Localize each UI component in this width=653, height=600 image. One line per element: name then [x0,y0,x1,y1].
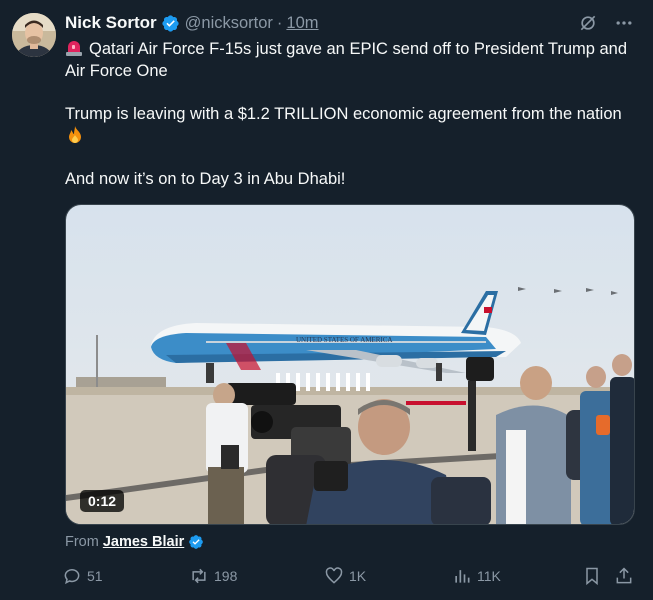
video-duration: 0:12 [80,490,125,512]
share-icon [616,567,632,584]
repost-count: 198 [214,568,238,584]
share-button[interactable] [614,566,634,586]
tweet-actions: 51 198 1K 11K [62,566,636,590]
tweet-text-line-2: Trump is leaving with a $1.2 TRILLION ec… [65,103,640,148]
bookmark-icon [586,567,598,586]
aircraft-lettering: UNITED STATES OF AMERICA [296,336,392,344]
like-button[interactable]: 1K [324,566,366,586]
reply-button[interactable]: 51 [62,566,103,586]
tweet-text-line-1: Qatari Air Force F-15s just gave an EPIC… [65,38,640,82]
repost-icon [192,568,206,584]
tweet-text: Qatari Air Force F-15s just gave an EPIC… [65,38,640,190]
video-player[interactable]: UNITED STATES OF AMERICA 0:12 [65,204,635,525]
header-actions [577,12,635,34]
video-attribution: From James Blair [65,534,204,550]
repost-button[interactable]: 198 [189,566,237,586]
fire-icon [65,125,85,145]
tweet-text-line-2-content: Trump is leaving with a $1.2 TRILLION ec… [65,105,622,123]
bookmark-button[interactable] [582,566,602,586]
tweet-text-line-3: And now it’s on to Day 3 in Abu Dhabi! [65,170,346,188]
tweet-timestamp[interactable]: 10m [286,14,318,33]
tweet: Nick Sortor @nicksortor · 10m Qatari Air… [0,0,653,600]
grok-icon[interactable] [577,12,599,34]
verified-badge-icon [161,14,180,33]
avatar[interactable] [12,13,56,57]
siren-icon [65,39,83,57]
views-button[interactable]: 11K [452,566,501,586]
attribution-label: From [65,534,99,550]
attribution-author-link[interactable]: James Blair [103,534,184,550]
view-count: 11K [477,568,501,584]
more-icon[interactable] [613,12,635,34]
author-name[interactable]: Nick Sortor [65,13,157,33]
reply-icon [64,569,80,585]
like-count: 1K [349,568,367,584]
video-thumbnail: UNITED STATES OF AMERICA [66,205,634,524]
tweet-text-line-1-content: Qatari Air Force F-15s just gave an EPIC… [65,40,628,80]
heart-icon [325,567,343,584]
separator-dot: · [276,13,283,32]
tweet-header: Nick Sortor @nicksortor · 10m [65,12,319,34]
author-handle[interactable]: @nicksortor [185,14,273,33]
attribution-verified-badge-icon [188,534,204,550]
views-icon [455,570,470,583]
reply-count: 51 [87,568,103,584]
